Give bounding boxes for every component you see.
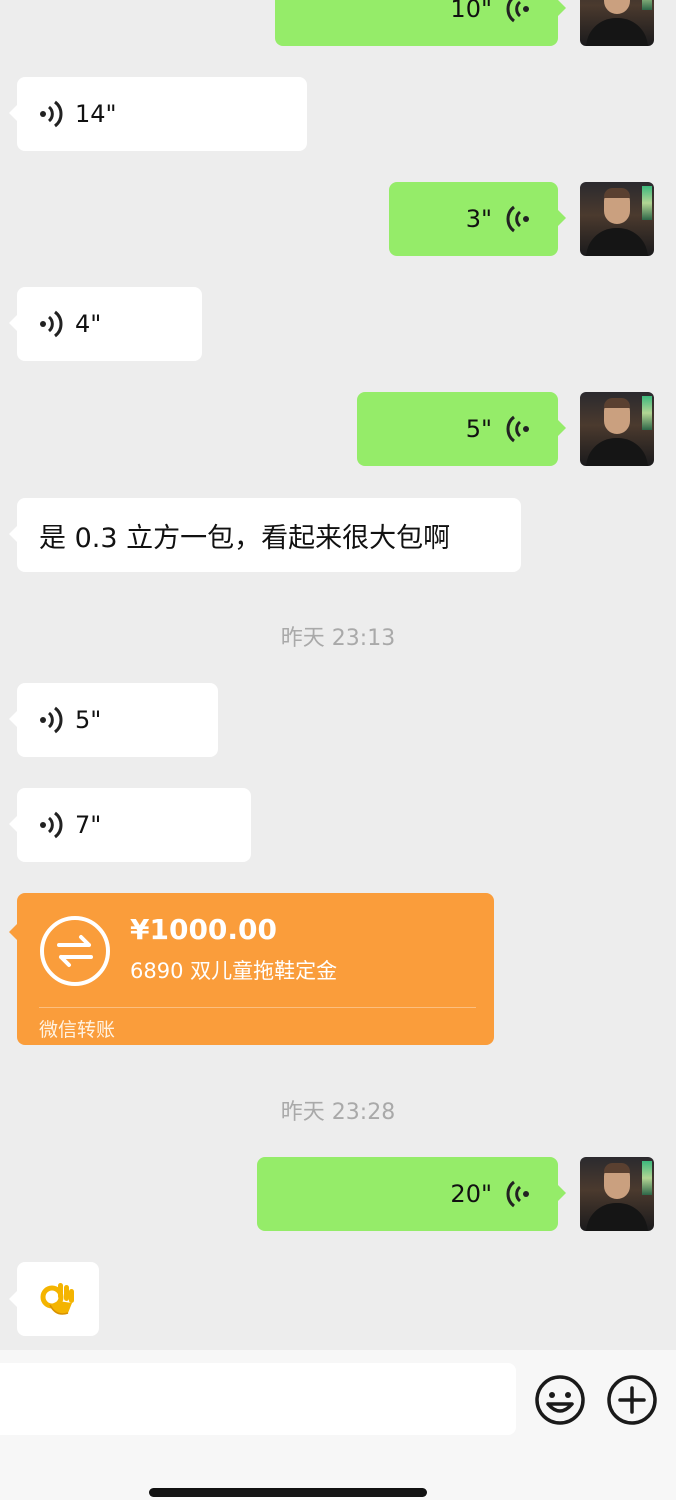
home-indicator [149,1488,427,1497]
timestamp: 昨天 23:28 [280,1100,396,1125]
voice-duration: 7" [75,811,102,839]
voice-wave-icon [506,1180,529,1208]
voice-message-incoming[interactable]: 4" [9,287,202,361]
voice-wave-icon [40,310,63,338]
chat-input-bar [0,1350,676,1500]
voice-message-incoming[interactable]: 7" [9,788,251,862]
plus-icon[interactable] [606,1374,658,1426]
voice-duration: 20" [450,1180,492,1208]
message-text: 是 0.3 立方一包，看起来很大包啊 [39,522,451,554]
avatar[interactable] [580,1157,654,1231]
voice-wave-icon [506,205,529,233]
text-message-incoming[interactable]: 是 0.3 立方一包，看起来很大包啊 [9,498,521,572]
wechat-transfer-card[interactable]: ¥1000.00 6890 双儿童拖鞋定金 微信转账 [9,893,494,1045]
voice-wave-icon [40,706,63,734]
voice-duration: 14" [75,100,117,128]
voice-message-incoming[interactable]: 5" [9,683,218,757]
voice-duration: 5" [465,415,492,443]
transfer-label: 微信转账 [39,1019,116,1041]
voice-duration: 5" [75,706,102,734]
avatar[interactable] [580,392,654,466]
avatar[interactable] [580,0,654,46]
voice-wave-icon [506,415,529,443]
avatar[interactable] [580,182,654,256]
emoji-message-incoming[interactable] [9,1262,99,1336]
voice-wave-icon [506,0,529,23]
voice-wave-icon [40,811,63,839]
smiley-icon[interactable] [534,1374,586,1426]
voice-message-outgoing[interactable]: 20" [257,1157,566,1231]
voice-message-outgoing[interactable]: 3" [389,182,566,256]
voice-wave-icon [40,100,63,128]
ok-hand-emoji [40,1283,74,1315]
divider [39,1007,476,1008]
transfer-amount: ¥1000.00 [130,913,278,946]
timestamp: 昨天 23:13 [280,626,396,651]
voice-message-outgoing[interactable]: 10" [275,0,566,46]
voice-message-incoming[interactable]: 14" [9,77,307,151]
voice-duration: 3" [465,205,492,233]
transfer-icon [40,916,110,986]
message-input[interactable] [0,1363,516,1435]
voice-message-outgoing[interactable]: 5" [357,392,566,466]
transfer-note: 6890 双儿童拖鞋定金 [130,959,338,983]
voice-duration: 10" [450,0,492,23]
voice-duration: 4" [75,310,102,338]
